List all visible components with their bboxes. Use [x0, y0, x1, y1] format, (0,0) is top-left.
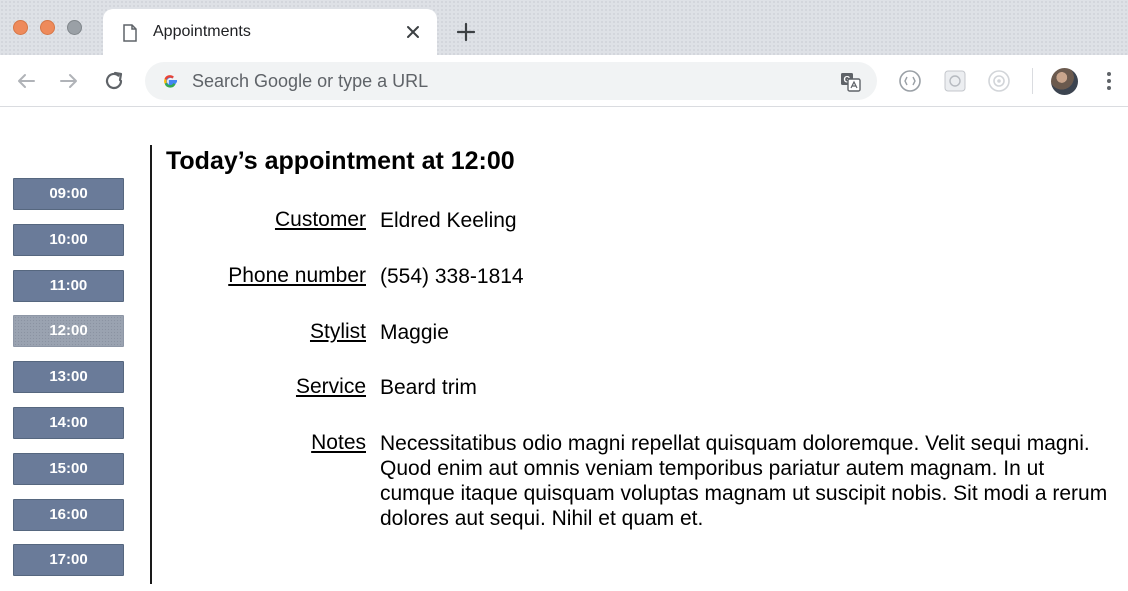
- phone-value: (554) 338-1814: [380, 265, 524, 288]
- close-tab-icon[interactable]: [403, 22, 423, 42]
- time-slot-button-0900[interactable]: 09:00: [13, 178, 124, 210]
- extension-grid-icon[interactable]: [943, 69, 967, 93]
- time-slot-button-1500[interactable]: 15:00: [13, 452, 124, 485]
- notes-label: Notes: [311, 431, 366, 454]
- time-slot-button-1300[interactable]: 13:00: [13, 361, 124, 394]
- window-minimize-button[interactable]: [40, 20, 55, 35]
- reload-icon[interactable]: [102, 69, 126, 93]
- time-slot-button-1600[interactable]: 16:00: [13, 498, 124, 531]
- search-input[interactable]: Search Google or type a URL: [192, 71, 428, 92]
- tab-strip: Appointments: [0, 0, 1128, 55]
- time-slot-button-1100[interactable]: 11:00: [13, 269, 124, 302]
- time-slot-button-1400[interactable]: 14:00: [13, 406, 124, 439]
- customer-label: Customer: [274, 208, 366, 231]
- time-slot-list: 09:00 10:00 11:00 12:00 13:00 14:00 15:00 16:00…: [13, 178, 124, 590]
- google-logo-icon: [164, 75, 177, 88]
- toolbar-divider: [1032, 68, 1033, 94]
- back-arrow-icon[interactable]: [14, 69, 38, 93]
- phone-label: Phone number: [228, 264, 366, 287]
- forward-arrow-icon[interactable]: [57, 69, 81, 93]
- document-icon: [123, 24, 137, 42]
- address-bar[interactable]: Search Google or type a URL G: [145, 62, 877, 100]
- extension-target-icon[interactable]: [987, 69, 1011, 93]
- vertical-divider: [150, 145, 152, 584]
- window-maximize-button[interactable]: [67, 20, 82, 35]
- extension-icon[interactable]: [898, 69, 922, 93]
- new-tab-icon[interactable]: [455, 21, 477, 43]
- customer-value: Eldred Keeling: [380, 209, 517, 232]
- time-slot-button-1000[interactable]: 10:00: [13, 223, 124, 256]
- stylist-label: Stylist: [309, 320, 366, 343]
- window-close-button[interactable]: [13, 20, 28, 35]
- tab-appointments[interactable]: Appointments: [103, 9, 437, 55]
- page-title: Today’s appointment at 12:00: [166, 147, 515, 175]
- tab-title: Appointments: [153, 23, 251, 40]
- translate-icon[interactable]: G: [840, 71, 862, 93]
- more-menu-icon[interactable]: [1099, 69, 1119, 93]
- service-value: Beard trim: [380, 376, 477, 399]
- browser-toolbar: Search Google or type a URL G: [0, 55, 1128, 107]
- time-slot-button-1200[interactable]: 12:00: [13, 315, 124, 348]
- time-slot-button-1700[interactable]: 17:00: [13, 544, 124, 577]
- notes-value: Necessitatibus odio magni repellat quisq…: [380, 432, 1108, 530]
- service-label: Service: [295, 375, 366, 398]
- profile-avatar[interactable]: [1051, 68, 1078, 95]
- stylist-value: Maggie: [380, 321, 449, 344]
